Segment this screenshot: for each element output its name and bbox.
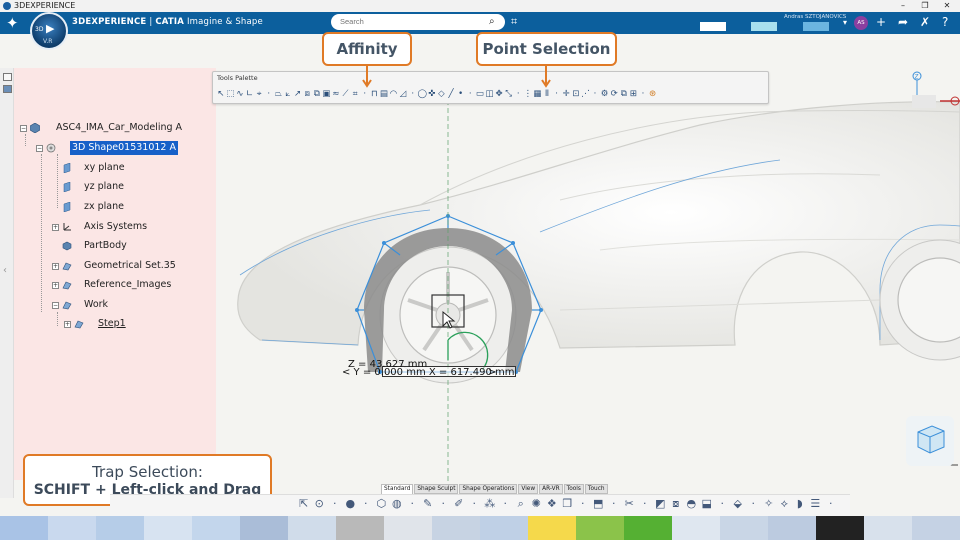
affinity-arrow (362, 66, 372, 88)
bottom-color-strip (0, 516, 960, 540)
action-bar-tabs: Standard Shape Sculpt Shape Operations V… (381, 484, 609, 494)
layers-tool-icon[interactable]: ☰ (808, 495, 824, 513)
dot-icon: · (643, 497, 647, 510)
subdiv-tool-icon[interactable]: ✺ (529, 495, 545, 513)
dot-icon: · (503, 497, 508, 510)
dot-icon: · (410, 497, 415, 510)
compass-widget[interactable]: 3D ▶ V.R (30, 12, 68, 50)
strip-swatch (96, 516, 144, 540)
strip-swatch (0, 516, 48, 540)
compass-version: V.R (43, 38, 53, 45)
mirror-tool-icon[interactable]: ◩ (653, 495, 669, 513)
strip-swatch (336, 516, 384, 540)
strip-swatch (720, 516, 768, 540)
transform-tool-icon[interactable]: ⬙ (730, 495, 746, 513)
trap-selection-title: Trap Selection: (92, 463, 203, 481)
symmetry-tool-icon[interactable]: ⟡ (777, 495, 793, 513)
tab-ar-vr[interactable]: AR-VR (539, 484, 563, 494)
compass-3d-label: 3D (35, 26, 44, 33)
point-tool-icon[interactable]: ⊙ (312, 495, 328, 513)
strip-swatch (528, 516, 576, 540)
strip-swatch (912, 516, 960, 540)
dot-icon: · (751, 497, 756, 510)
select-tool-icon[interactable]: ⇱ (296, 495, 312, 513)
shape-tool-icon[interactable]: ⬡ (374, 495, 390, 513)
dot-icon: · (581, 497, 585, 510)
surface-tool-icon[interactable]: ❖ (544, 495, 560, 513)
analysis-tool-icon[interactable]: ✧ (761, 495, 777, 513)
tab-view[interactable]: View (518, 484, 539, 494)
extrude-tool-icon[interactable]: ⬒ (591, 495, 607, 513)
strip-swatch (672, 516, 720, 540)
dot-icon: · (333, 497, 337, 510)
wrap-tool-icon[interactable]: ⬓ (699, 495, 715, 513)
strip-swatch (240, 516, 288, 540)
sphere-tool-icon[interactable]: ● (343, 495, 359, 513)
strip-swatch (144, 516, 192, 540)
strip-swatch (624, 516, 672, 540)
dot-icon: · (441, 497, 446, 510)
smooth-tool-icon[interactable]: ◓ (684, 495, 700, 513)
draw-tool-icon[interactable]: ✐ (451, 495, 467, 513)
strip-swatch (288, 516, 336, 540)
dot-icon: · (720, 497, 725, 510)
strip-swatch (192, 516, 240, 540)
tab-shape-operations[interactable]: Shape Operations (459, 484, 518, 494)
coordinate-readout[interactable]: Z = 43.627 mm < Y = 0.000 mm X = 617.490… (342, 359, 518, 378)
dot-icon: · (829, 497, 833, 510)
tab-standard[interactable]: Standard (381, 484, 414, 494)
search-tool-icon[interactable]: ⌕ (513, 495, 529, 513)
tab-tools[interactable]: Tools (563, 484, 584, 494)
play-icon: ▶ (46, 22, 55, 35)
strip-swatch (384, 516, 432, 540)
view-cube[interactable] (906, 416, 954, 466)
strip-swatch (432, 516, 480, 540)
sculpt-tool-icon[interactable]: ✎ (420, 495, 436, 513)
strip-swatch (768, 516, 816, 540)
box-tool-icon[interactable]: ❒ (560, 495, 576, 513)
fillet-tool-icon[interactable]: ◗ (792, 495, 808, 513)
tab-shape-sculpt[interactable]: Shape Sculpt (414, 484, 459, 494)
dot-icon: · (364, 497, 368, 510)
strip-swatch (480, 516, 528, 540)
dot-icon: · (472, 497, 477, 510)
cut-tool-icon[interactable]: ✂ (622, 495, 638, 513)
point-selection-arrow (541, 66, 551, 88)
dot-icon: · (612, 497, 616, 510)
strip-swatch (48, 516, 96, 540)
readout-arrow[interactable]: > (488, 366, 496, 380)
tab-touch[interactable]: Touch (584, 484, 608, 494)
merge-tool-icon[interactable]: ⧇ (668, 495, 684, 513)
strip-swatch (576, 516, 624, 540)
view-cube-icon[interactable] (906, 416, 954, 466)
strip-swatch (864, 516, 912, 540)
action-bar-tools: ⇱ ⊙ · ● · ⬡ ◍ · ✎ · ✐ · ⁂ · ⌕ ✺ ❖ ❒ · ⬒ … (296, 495, 839, 515)
strip-swatch (816, 516, 864, 540)
blend-tool-icon[interactable]: ◍ (389, 495, 405, 513)
pattern-tool-icon[interactable]: ⁂ (482, 495, 498, 513)
